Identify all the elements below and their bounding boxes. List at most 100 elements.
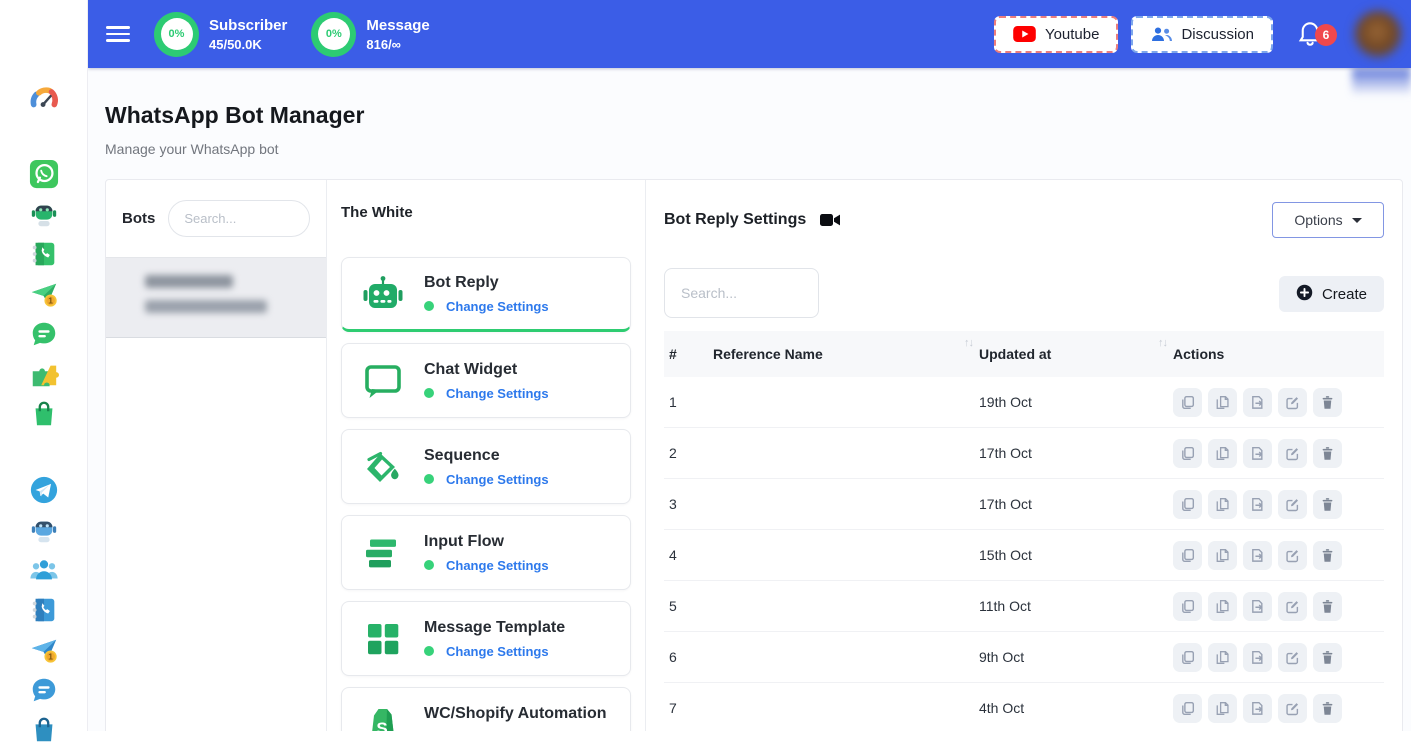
table-header-row: # Reference Name ↑↓ Updated at ↑↓ Action… bbox=[664, 331, 1384, 377]
feature-card-wc-shopify-automation[interactable]: S WC/Shopify Automation Change Settings bbox=[341, 687, 631, 731]
bot-reply-settings-panel: Bot Reply Settings Options Create # bbox=[646, 180, 1402, 731]
duplicate-button[interactable] bbox=[1208, 592, 1237, 621]
export-button[interactable] bbox=[1243, 592, 1272, 621]
duplicate-button[interactable] bbox=[1208, 643, 1237, 672]
table-search-input[interactable] bbox=[664, 268, 819, 318]
chat-green-icon[interactable] bbox=[28, 318, 60, 350]
video-camera-icon[interactable] bbox=[820, 213, 840, 227]
contacts-green-icon[interactable] bbox=[28, 238, 60, 270]
main-content: WhatsApp Bot Manager Manage your WhatsAp… bbox=[88, 68, 1411, 731]
delete-button[interactable] bbox=[1313, 592, 1342, 621]
duplicate-button[interactable] bbox=[1208, 541, 1237, 570]
options-button-label: Options bbox=[1294, 212, 1342, 228]
duplicate-button[interactable] bbox=[1208, 490, 1237, 519]
bots-search-input[interactable] bbox=[168, 200, 310, 237]
status-dot bbox=[424, 388, 434, 398]
copy-button[interactable] bbox=[1173, 541, 1202, 570]
updated-at: 15th Oct bbox=[979, 547, 1173, 563]
bot-green-icon[interactable] bbox=[28, 198, 60, 230]
feature-card-input-flow[interactable]: Input Flow Change Settings bbox=[341, 515, 631, 590]
youtube-button-label: Youtube bbox=[1045, 26, 1100, 43]
sort-icon[interactable]: ↑↓ bbox=[1158, 337, 1167, 349]
contacts-blue-icon[interactable] bbox=[28, 594, 60, 626]
change-settings-link[interactable]: Change Settings bbox=[446, 644, 549, 659]
duplicate-button[interactable] bbox=[1208, 694, 1237, 723]
edit-button[interactable] bbox=[1278, 694, 1307, 723]
user-avatar[interactable] bbox=[1355, 11, 1401, 57]
options-button[interactable]: Options bbox=[1272, 202, 1384, 238]
edit-button[interactable] bbox=[1278, 541, 1307, 570]
delete-button[interactable] bbox=[1313, 541, 1342, 570]
discussion-button[interactable]: Discussion bbox=[1131, 16, 1273, 53]
app-sidebar-icons: 11 bbox=[0, 0, 87, 754]
edit-button[interactable] bbox=[1278, 592, 1307, 621]
broadcast-blue-icon[interactable]: 1 bbox=[28, 634, 60, 666]
updated-at: 17th Oct bbox=[979, 445, 1173, 461]
notification-badge: 6 bbox=[1315, 24, 1337, 46]
integration-green-icon[interactable] bbox=[28, 358, 60, 390]
broadcast-green-icon[interactable]: 1 bbox=[28, 278, 60, 310]
users-blue-icon[interactable] bbox=[28, 554, 60, 586]
feature-title: Sequence bbox=[424, 447, 549, 465]
notifications-button[interactable]: 6 bbox=[1297, 20, 1323, 48]
edit-button[interactable] bbox=[1278, 490, 1307, 519]
copy-button[interactable] bbox=[1173, 439, 1202, 468]
feature-card-sequence[interactable]: Sequence Change Settings bbox=[341, 429, 631, 504]
export-button[interactable] bbox=[1243, 439, 1272, 468]
duplicate-button[interactable] bbox=[1208, 439, 1237, 468]
edit-button[interactable] bbox=[1278, 643, 1307, 672]
change-settings-link[interactable]: Change Settings bbox=[446, 472, 549, 487]
bots-panel-title: Bots bbox=[122, 210, 155, 227]
export-button[interactable] bbox=[1243, 490, 1272, 519]
export-button[interactable] bbox=[1243, 388, 1272, 417]
change-settings-link[interactable]: Change Settings bbox=[446, 558, 549, 573]
change-settings-link[interactable]: Change Settings bbox=[446, 299, 549, 314]
chat-blue-icon[interactable] bbox=[28, 674, 60, 706]
delete-button[interactable] bbox=[1313, 439, 1342, 468]
delete-button[interactable] bbox=[1313, 694, 1342, 723]
col-header-reference-name[interactable]: Reference Name ↑↓ bbox=[713, 346, 979, 362]
delete-button[interactable] bbox=[1313, 490, 1342, 519]
bot-list-item-selected[interactable] bbox=[106, 257, 326, 338]
sort-icon[interactable]: ↑↓ bbox=[964, 337, 973, 349]
shop-blue-icon[interactable] bbox=[28, 714, 60, 746]
duplicate-button[interactable] bbox=[1208, 388, 1237, 417]
copy-button[interactable] bbox=[1173, 388, 1202, 417]
feature-card-message-template[interactable]: Message Template Change Settings bbox=[341, 601, 631, 676]
edit-button[interactable] bbox=[1278, 439, 1307, 468]
create-button-label: Create bbox=[1322, 286, 1367, 303]
copy-button[interactable] bbox=[1173, 643, 1202, 672]
table-row: 4 15th Oct bbox=[664, 530, 1384, 581]
svg-text:1: 1 bbox=[48, 652, 53, 662]
youtube-button[interactable]: Youtube bbox=[994, 16, 1119, 53]
export-button[interactable] bbox=[1243, 541, 1272, 570]
copy-button[interactable] bbox=[1173, 694, 1202, 723]
feature-card-chat-widget[interactable]: Chat Widget Change Settings bbox=[341, 343, 631, 418]
bot-blue-icon[interactable] bbox=[28, 514, 60, 546]
delete-button[interactable] bbox=[1313, 643, 1342, 672]
dashboard-gauge-icon[interactable] bbox=[28, 82, 60, 114]
whatsapp-icon[interactable] bbox=[28, 158, 60, 190]
export-button[interactable] bbox=[1243, 694, 1272, 723]
copy-button[interactable] bbox=[1173, 490, 1202, 519]
feature-card-bot-reply[interactable]: Bot Reply Change Settings bbox=[341, 257, 631, 332]
settings-panel-title: Bot Reply Settings bbox=[664, 211, 806, 229]
telegram-icon[interactable] bbox=[28, 474, 60, 506]
delete-button[interactable] bbox=[1313, 388, 1342, 417]
hamburger-icon[interactable] bbox=[106, 22, 130, 46]
row-number: 7 bbox=[664, 700, 713, 716]
shop-green-icon[interactable] bbox=[28, 398, 60, 430]
create-button[interactable]: Create bbox=[1279, 276, 1384, 312]
table-row: 6 9th Oct bbox=[664, 632, 1384, 683]
app-sidebar: 11 bbox=[0, 0, 88, 731]
row-number: 5 bbox=[664, 598, 713, 614]
updated-at: 17th Oct bbox=[979, 496, 1173, 512]
updated-at: 9th Oct bbox=[979, 649, 1173, 665]
message-template-icon bbox=[360, 616, 406, 662]
change-settings-link[interactable]: Change Settings bbox=[446, 386, 549, 401]
table-row: 5 11th Oct bbox=[664, 581, 1384, 632]
edit-button[interactable] bbox=[1278, 388, 1307, 417]
col-header-updated-at[interactable]: Updated at ↑↓ bbox=[979, 346, 1173, 362]
export-button[interactable] bbox=[1243, 643, 1272, 672]
copy-button[interactable] bbox=[1173, 592, 1202, 621]
